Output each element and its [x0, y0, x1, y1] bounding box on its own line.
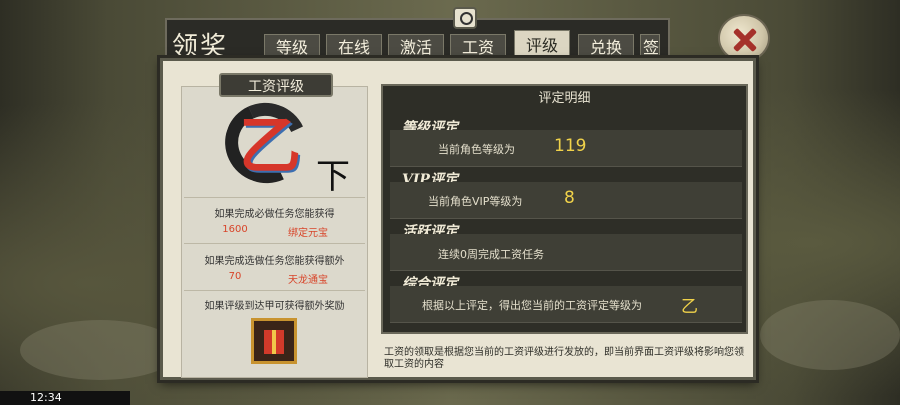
vip-rating-text: 当前角色VIP等级为 — [428, 195, 523, 208]
tab-rating[interactable]: 评级 — [514, 30, 570, 60]
close-button[interactable] — [718, 14, 770, 62]
reward2-type: 天龙通宝 — [288, 275, 328, 286]
tab-salary[interactable]: 工资 — [450, 34, 506, 60]
status-bar: 12:34 — [0, 391, 130, 405]
gift-box-icon[interactable] — [251, 318, 297, 364]
tab-online[interactable]: 在线 — [326, 34, 382, 60]
tab-activate[interactable]: 激活 — [388, 34, 444, 60]
salary-grade-title: 工资评级 — [219, 73, 333, 97]
tab-exchange[interactable]: 兑换 — [578, 34, 634, 60]
level-rating-text: 当前角色等级为 — [438, 143, 515, 156]
tab-signin[interactable]: 签 — [640, 34, 660, 60]
grade-char: 乙 — [239, 109, 302, 182]
divider — [184, 243, 365, 244]
overall-grade-value: 乙 — [681, 297, 698, 317]
grade-sub: 下 — [316, 157, 350, 197]
optional-task-text: 如果完成选做任务您能获得额外 — [204, 256, 345, 267]
grade-display: 乙 下 — [181, 91, 368, 197]
extra-reward-text: 如果评级到达甲可获得额外奖励 — [204, 301, 345, 312]
vip-value: 8 — [564, 188, 575, 208]
level-value: 119 — [554, 136, 587, 156]
salary-note: 工资的领取是根据您当前的工资评级进行发放的，即当前界面工资评级将影响您领取工资的… — [384, 347, 744, 370]
cloud-decoration — [20, 320, 180, 380]
divider — [184, 290, 365, 291]
reward1-type: 绑定元宝 — [288, 228, 328, 239]
overall-rating-text: 根据以上评定，得出您当前的工资评定等级为 — [422, 299, 642, 312]
status-time: 12:34 — [30, 391, 62, 404]
divider — [184, 197, 365, 198]
camera-icon[interactable] — [453, 7, 477, 29]
reward1-value: 1600 — [222, 224, 248, 235]
tab-level[interactable]: 等级 — [264, 34, 320, 60]
rating-details-title: 评定明细 — [538, 91, 591, 106]
activity-rating-text: 连续0周完成工资任务 — [438, 248, 544, 261]
required-task-text: 如果完成必做任务您能获得 — [214, 209, 335, 220]
reward2-value: 70 — [228, 271, 242, 282]
cloud-decoration — [760, 300, 900, 370]
window-title: 领奖 — [172, 32, 229, 62]
